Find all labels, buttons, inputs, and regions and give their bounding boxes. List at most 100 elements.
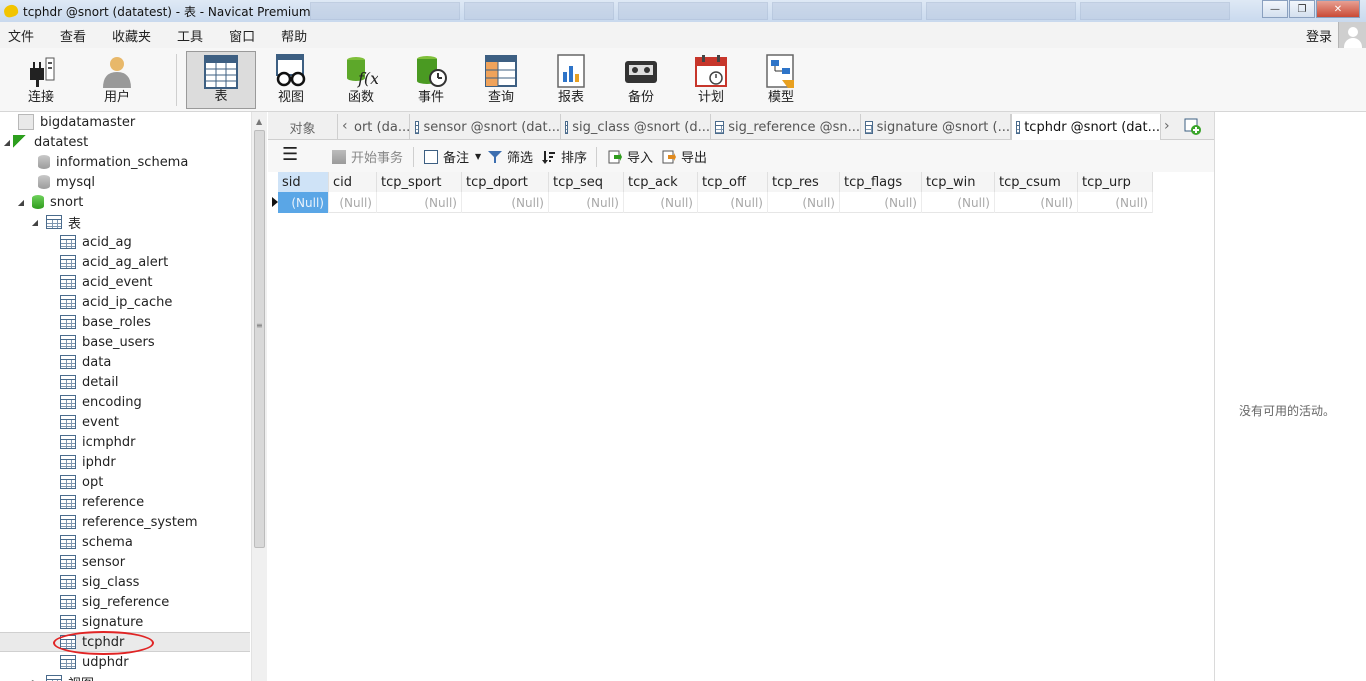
dropdown-arrow-icon[interactable]: ▼ [475,152,481,161]
import-button[interactable]: 导入 [608,147,653,166]
tree-table-item[interactable]: udphdr [0,652,250,672]
column-header[interactable]: cid [329,172,377,192]
schedule-button[interactable]: 计划 [676,51,746,109]
column-header[interactable]: tcp_dport [462,172,549,192]
connect-button[interactable]: 连接 [6,51,76,109]
tab-scroll-right-icon[interactable]: › [1164,118,1170,134]
view-button[interactable]: 视图 [256,51,326,109]
tree-table-item[interactable]: acid_ag [0,232,250,252]
tab-sig-reference[interactable]: sig_reference @sn... [711,114,861,140]
tab-objects[interactable]: 对象 [268,114,338,140]
table-row[interactable]: (Null) (Null) (Null) (Null) (Null) (Null… [278,192,1153,213]
close-button[interactable]: ✕ [1316,0,1360,18]
tab-signature[interactable]: signature @snort (... [861,114,1011,140]
expand-arrow-icon[interactable]: ▷ [30,678,40,681]
grid-cell[interactable]: (Null) [840,192,922,213]
column-header[interactable]: tcp_flags [840,172,922,192]
tree-table-item[interactable]: encoding [0,392,250,412]
tree-table-item[interactable]: acid_ag_alert [0,252,250,272]
tree-table-item[interactable]: sensor [0,552,250,572]
collapse-arrow-icon[interactable]: ◢ [30,218,40,227]
query-button[interactable]: 查询 [466,51,536,109]
hamburger-menu-icon[interactable]: ☰ [282,144,298,165]
tree-table-item[interactable]: reference_system [0,512,250,532]
collapse-arrow-icon[interactable]: ◢ [16,198,26,207]
collapse-arrow-icon[interactable]: ◢ [2,138,12,147]
tree-db-information-schema[interactable]: information_schema [0,152,250,172]
tree-connection-datatest[interactable]: ◢ datatest [0,132,250,152]
tree-table-item[interactable]: acid_event [0,272,250,292]
column-header[interactable]: tcp_urp [1078,172,1153,192]
tree-table-item[interactable]: acid_ip_cache [0,292,250,312]
column-header[interactable]: sid [278,172,329,192]
menu-help[interactable]: 帮助 [273,26,315,45]
grid-cell[interactable]: (Null) [698,192,768,213]
grid-cell[interactable]: (Null) [329,192,377,213]
grid-cell-selected[interactable]: (Null) [278,192,329,213]
tab-partial[interactable]: ort (da... [350,114,410,140]
grid-cell[interactable]: (Null) [768,192,840,213]
model-button[interactable]: 模型 [746,51,816,109]
grid-cell[interactable]: (Null) [922,192,995,213]
grid-cell[interactable]: (Null) [995,192,1078,213]
tree-table-item[interactable]: icmphdr [0,432,250,452]
tree-db-snort[interactable]: ◢ snort [0,192,250,212]
sort-button[interactable]: 排序 [542,147,587,166]
grid-cell[interactable]: (Null) [549,192,624,213]
tree-table-item-selected[interactable]: tcphdr [0,632,250,652]
tree-table-item[interactable]: detail [0,372,250,392]
tab-scroll-left-icon[interactable]: ‹ [342,118,348,134]
tree-table-item[interactable]: base_roles [0,312,250,332]
report-button[interactable]: 报表 [536,51,606,109]
grid-cell[interactable]: (Null) [624,192,698,213]
menu-view[interactable]: 查看 [52,26,94,45]
tree-table-item[interactable]: data [0,352,250,372]
tree-table-item[interactable]: base_users [0,332,250,352]
column-header[interactable]: tcp_off [698,172,768,192]
tree-folder-views[interactable]: ▷ 视图 [0,672,250,681]
avatar-icon[interactable] [1338,22,1366,50]
begin-transaction-button[interactable]: 开始事务 [332,147,403,166]
column-header[interactable]: tcp_ack [624,172,698,192]
export-button[interactable]: 导出 [662,147,707,166]
grid-cell[interactable]: (Null) [462,192,549,213]
grid-cell[interactable]: (Null) [377,192,462,213]
tab-sig-class[interactable]: sig_class @snort (d... [561,114,711,140]
tree-table-item[interactable]: reference [0,492,250,512]
backup-button[interactable]: 备份 [606,51,676,109]
user-button[interactable]: 用户 [82,51,152,109]
login-link[interactable]: 登录 [1306,26,1332,45]
tree-table-item[interactable]: schema [0,532,250,552]
menu-favorites[interactable]: 收藏夹 [104,26,159,45]
tree-table-item[interactable]: iphdr [0,452,250,472]
column-header[interactable]: tcp_csum [995,172,1078,192]
column-header[interactable]: tcp_sport [377,172,462,192]
tree-table-item[interactable]: sig_reference [0,592,250,612]
function-button[interactable]: f(x) 函数 [326,51,396,109]
scrollbar-thumb[interactable] [254,130,265,548]
tree-connection-bigdatamaster[interactable]: bigdatamaster [0,112,250,132]
tree-table-item[interactable]: sig_class [0,572,250,592]
tree-table-item[interactable]: signature [0,612,250,632]
memo-button[interactable]: 备注 ▼ [424,147,481,166]
tree-table-item[interactable]: opt [0,472,250,492]
scroll-up-arrow-icon[interactable]: ▲ [256,117,262,126]
tree-table-item[interactable]: event [0,412,250,432]
grid-cell[interactable]: (Null) [1078,192,1153,213]
maximize-button[interactable]: ❐ [1289,0,1315,18]
tab-sensor[interactable]: sensor @snort (dat... [411,114,561,140]
menu-window[interactable]: 窗口 [221,26,263,45]
menu-tools[interactable]: 工具 [169,26,211,45]
tab-tcphdr[interactable]: tcphdr @snort (dat... [1011,114,1161,140]
column-header[interactable]: tcp_seq [549,172,624,192]
filter-button[interactable]: 筛选 [488,147,533,166]
column-header[interactable]: tcp_win [922,172,995,192]
tree-db-mysql[interactable]: mysql [0,172,250,192]
menu-file[interactable]: 文件 [0,26,42,45]
column-header[interactable]: tcp_res [768,172,840,192]
new-tab-icon[interactable] [1182,116,1202,136]
event-button[interactable]: 事件 [396,51,466,109]
tree-folder-tables[interactable]: ◢ 表 [0,212,250,232]
tree-scrollbar[interactable]: ▲ ≡ [251,112,267,681]
table-button[interactable]: 表 [186,51,256,109]
